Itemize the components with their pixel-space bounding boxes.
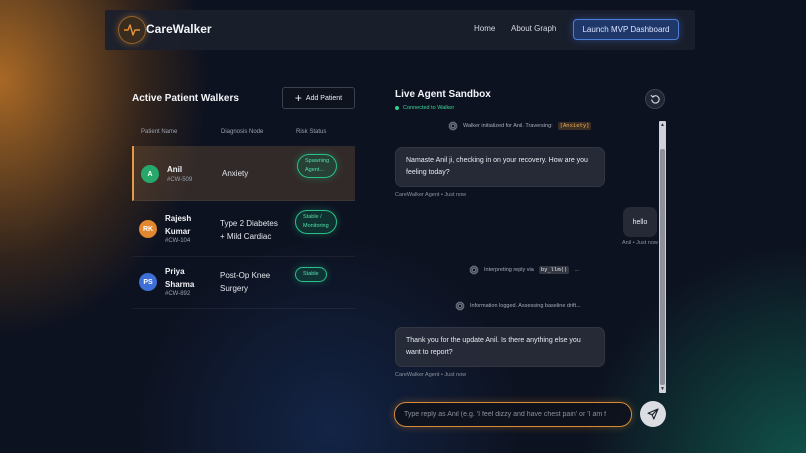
patient-row-anil[interactable]: A Anil #CW-509 Anxiety Spawning Agent... xyxy=(132,146,355,201)
patient-name-line: Kumar xyxy=(165,227,191,236)
plus-icon: + xyxy=(294,91,302,105)
column-header-risk-status: Risk Status xyxy=(296,129,327,135)
system-message-text: Information logged. Assessing baseline d… xyxy=(470,303,581,309)
diagnosis-line: + Mild Cardiac xyxy=(220,232,272,241)
message-meta: Anil • Just now xyxy=(622,240,658,246)
status-line: Stable / xyxy=(303,214,322,220)
patient-name: Priya Sharma xyxy=(165,265,194,291)
launch-dashboard-button[interactable]: Launch MVP Dashboard xyxy=(573,19,679,40)
diagnosis-line: Post-Op Knee xyxy=(220,271,271,280)
patient-id: #CW-892 xyxy=(165,291,191,297)
system-message: Interpreting reply via by_llm() ... xyxy=(469,265,579,275)
scrollbar-thumb[interactable] xyxy=(660,149,665,385)
patient-id: #CW-104 xyxy=(165,238,191,244)
status-badge: Stable xyxy=(295,267,327,282)
diagnosis-line: Type 2 Diabetes xyxy=(220,219,278,228)
system-message-text: Interpreting reply via xyxy=(484,267,534,273)
diagnosis-node: Type 2 Diabetes + Mild Cardiac xyxy=(220,217,278,243)
send-button[interactable] xyxy=(640,401,666,427)
chat-log[interactable]: Walker initialized for Anil. Traversing:… xyxy=(393,121,665,391)
system-message: Information logged. Assessing baseline d… xyxy=(455,301,581,311)
cpu-chip-icon xyxy=(455,301,465,311)
status-badge: Spawning Agent... xyxy=(297,154,338,178)
add-patient-button[interactable]: + Add Patient xyxy=(282,87,355,109)
reply-input[interactable] xyxy=(394,402,632,427)
nav-about-graph-link[interactable]: About Graph xyxy=(511,24,556,33)
diagnosis-node: Anxiety xyxy=(222,169,249,178)
nav-home-link[interactable]: Home xyxy=(474,24,495,33)
cpu-chip-icon xyxy=(448,121,458,131)
add-patient-label: Add Patient xyxy=(305,94,343,102)
connection-status: Connected to Walker xyxy=(395,105,454,111)
patients-panel-title: Active Patient Walkers xyxy=(132,93,239,104)
message-meta: CareWalker Agent • Just now xyxy=(395,192,467,198)
code-chip: by_llm() xyxy=(538,266,570,274)
message-meta: CareWalker Agent • Just now xyxy=(395,372,467,378)
column-header-diagnosis-node: Diagnosis Node xyxy=(221,129,264,135)
patient-name: Rajesh Kumar xyxy=(165,212,191,238)
chat-scrollbar[interactable]: ▲ ▼ xyxy=(659,121,666,393)
sandbox-title: Live Agent Sandbox xyxy=(395,89,491,100)
patient-name-line: Priya xyxy=(165,267,185,276)
connection-status-label: Connected to Walker xyxy=(403,105,455,111)
status-badge: Stable / Monitoring xyxy=(295,210,337,234)
brand-name: CareWalker xyxy=(146,22,212,36)
status-line: Monitoring xyxy=(303,223,329,229)
avatar: PS xyxy=(139,273,157,291)
send-icon xyxy=(647,408,659,420)
code-chip: [Anxiety] xyxy=(557,122,592,130)
system-message: Walker initialized for Anil. Traversing:… xyxy=(448,121,592,131)
patient-name-line: Sharma xyxy=(165,280,195,289)
status-line: Spawning xyxy=(305,158,330,164)
patient-name: Anil xyxy=(167,165,183,174)
patient-row-priya-sharma[interactable]: PS Priya Sharma #CW-892 Post-Op Knee Sur… xyxy=(132,257,355,309)
patient-name-line: Rajesh xyxy=(165,214,192,223)
avatar: RK xyxy=(139,220,157,238)
refresh-icon xyxy=(650,94,660,104)
diagnosis-line: Surgery xyxy=(220,284,249,293)
pulse-logo-icon xyxy=(118,16,146,44)
patient-row-rajesh-kumar[interactable]: RK Rajesh Kumar #CW-104 Type 2 Diabetes … xyxy=(132,201,355,257)
system-message-text: Walker initialized for Anil. Traversing: xyxy=(463,123,553,129)
diagnosis-node: Post-Op Knee Surgery xyxy=(220,269,270,295)
status-dot-icon xyxy=(395,106,399,110)
avatar: A xyxy=(141,165,159,183)
user-message: hello xyxy=(623,207,657,237)
column-header-patient-name: Patient Name xyxy=(141,129,178,135)
agent-message: Thank you for the update Anil. Is there … xyxy=(395,327,605,367)
top-navbar: CareWalker Home About Graph Launch MVP D… xyxy=(105,10,695,50)
cpu-chip-icon xyxy=(469,265,479,275)
patient-id: #CW-509 xyxy=(167,177,193,183)
system-message-suffix: ... xyxy=(574,267,579,273)
status-line: Agent... xyxy=(305,167,324,173)
scroll-down-arrow-icon[interactable]: ▼ xyxy=(659,385,666,393)
reset-session-button[interactable] xyxy=(645,89,665,109)
agent-message: Namaste Anil ji, checking in on your rec… xyxy=(395,147,605,187)
scroll-up-arrow-icon[interactable]: ▲ xyxy=(659,121,666,129)
